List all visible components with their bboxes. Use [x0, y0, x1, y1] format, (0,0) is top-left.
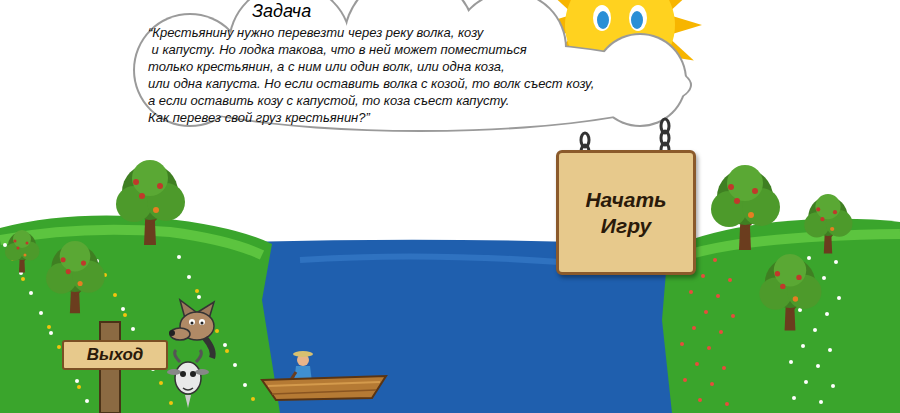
flower — [725, 402, 729, 406]
flower — [75, 379, 79, 383]
flower — [704, 310, 708, 314]
flower — [680, 342, 684, 346]
start-button-line: Игру — [601, 213, 651, 239]
flower — [789, 360, 793, 364]
flower — [21, 277, 25, 281]
flower — [29, 291, 33, 295]
flower — [807, 256, 811, 260]
flower — [195, 289, 199, 293]
flower — [187, 275, 191, 279]
flower — [813, 328, 817, 332]
tree — [804, 194, 852, 254]
flower — [251, 397, 255, 401]
flower — [707, 346, 711, 350]
start-button-line: Начать — [585, 187, 666, 213]
start-button[interactable]: НачатьИгру — [556, 150, 696, 275]
flower — [215, 329, 219, 333]
flower — [3, 243, 7, 247]
flower — [225, 349, 229, 353]
exit-button[interactable]: Выход — [62, 340, 168, 370]
flower — [39, 311, 43, 315]
flower — [243, 383, 247, 387]
flower — [113, 293, 117, 297]
cloud — [133, 0, 692, 132]
flower — [683, 378, 687, 382]
flower — [713, 258, 717, 262]
tree — [116, 160, 185, 245]
flower — [121, 307, 125, 311]
tree — [711, 165, 780, 250]
flower — [233, 363, 237, 367]
flower — [819, 400, 823, 404]
task-line: Как перевез свой груз крестьянин?” — [148, 109, 594, 126]
boat-icon — [262, 351, 386, 400]
task-line: “Крестьянину нужно перевезти через реку … — [148, 24, 594, 41]
flower — [722, 366, 726, 370]
flower — [731, 314, 735, 318]
right-bank — [662, 219, 900, 413]
goat-icon — [167, 350, 209, 408]
wolf-icon — [169, 300, 214, 358]
flower — [831, 384, 835, 388]
flower — [710, 382, 714, 386]
flower — [816, 364, 820, 368]
task-line: а если оставить козу с капустой, то коза… — [148, 92, 594, 109]
flower — [57, 345, 61, 349]
flower — [825, 312, 829, 316]
flower — [728, 278, 732, 282]
flower — [828, 348, 832, 352]
flower — [792, 396, 796, 400]
tree — [759, 254, 821, 331]
task-line: и капусту. Но лодка такова, что в ней мо… — [148, 41, 594, 58]
flower — [698, 398, 702, 402]
tree — [5, 230, 40, 273]
flower — [695, 362, 699, 366]
flower — [77, 385, 81, 389]
flower — [197, 295, 201, 299]
flower — [719, 330, 723, 334]
flower — [689, 290, 693, 294]
flower — [49, 331, 53, 335]
flower — [223, 343, 227, 347]
flower — [837, 296, 841, 300]
flower — [801, 344, 805, 348]
game-screen: Задача “Крестьянину нужно перевезти через… — [0, 0, 900, 413]
flower — [692, 326, 696, 330]
flower — [822, 276, 826, 280]
task-line: только крестьянин, а с ним или один волк… — [148, 58, 594, 75]
flower — [159, 381, 163, 385]
flower — [169, 401, 173, 405]
flower — [701, 274, 705, 278]
flower — [85, 399, 89, 403]
task-title: Задача — [252, 0, 311, 22]
flower — [123, 313, 127, 317]
flower — [834, 260, 838, 264]
task-line: или одна капуста. Но если оставить волка… — [148, 75, 594, 92]
flower — [131, 327, 135, 331]
flower — [47, 325, 51, 329]
flower — [804, 380, 808, 384]
task-text: “Крестьянину нужно перевезти через реку … — [148, 24, 594, 126]
tree — [46, 241, 105, 313]
flower — [177, 255, 181, 259]
left-bank — [0, 216, 280, 413]
flower — [716, 294, 720, 298]
